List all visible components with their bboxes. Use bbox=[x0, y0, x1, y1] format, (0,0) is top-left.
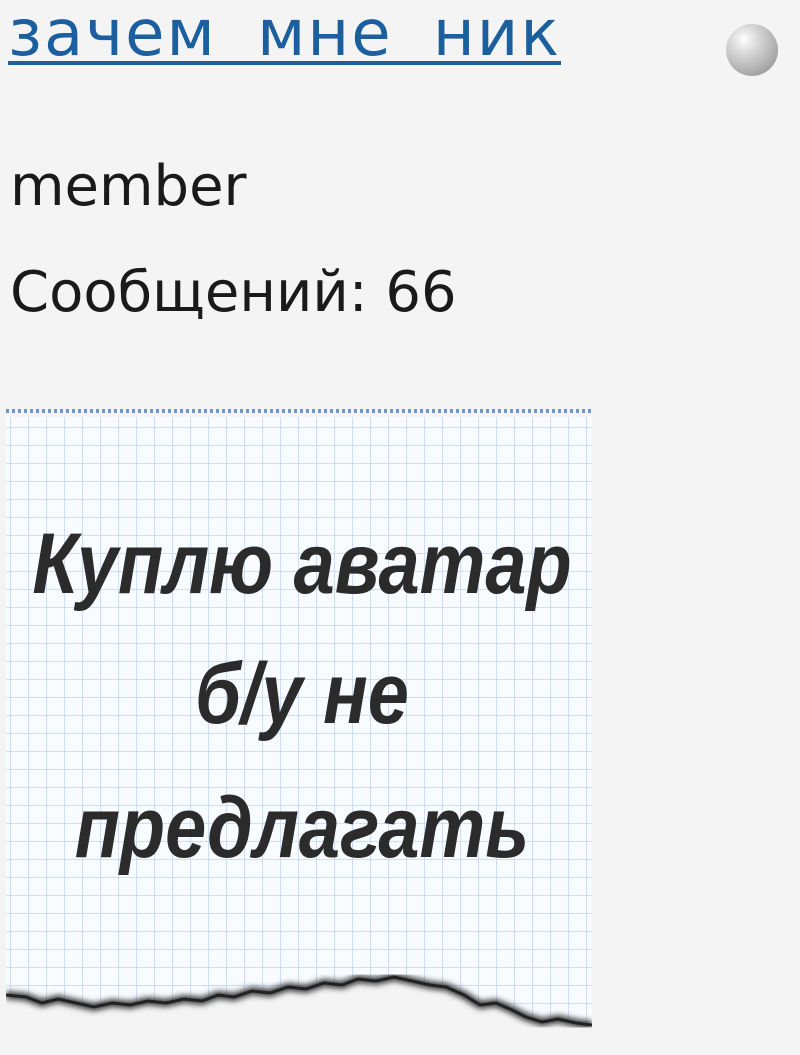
avatar-text-line: б/у не bbox=[195, 645, 409, 742]
post-count: Сообщений: 66 bbox=[10, 260, 457, 325]
username-link[interactable]: зачем мне ник bbox=[8, 0, 561, 76]
user-profile-panel: зачем мне ник member Сообщений: 66 Куплю… bbox=[0, 0, 800, 1055]
avatar-text-line: Куплю аватар bbox=[32, 515, 571, 612]
offline-status-icon bbox=[726, 24, 778, 76]
username-row: зачем мне ник bbox=[8, 0, 561, 82]
avatar-text-line: предлагать bbox=[75, 779, 529, 876]
user-rank: member bbox=[10, 154, 247, 219]
avatar: Куплю аватар б/у не предлагать bbox=[6, 405, 592, 1055]
